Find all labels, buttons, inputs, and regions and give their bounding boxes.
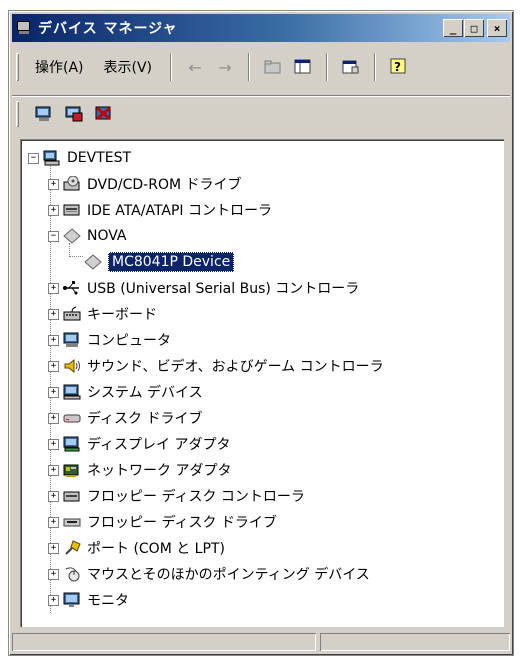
toolbar-separator	[170, 53, 172, 81]
menu-toolbar: 操作(A) 表示(V) ← → ?	[12, 47, 510, 87]
floppy-drive-icon	[63, 514, 81, 530]
forward-arrow-icon[interactable]: →	[212, 55, 238, 79]
tree-item[interactable]: + ディスク ドライブ	[48, 405, 202, 431]
diamond-device-icon	[84, 254, 102, 270]
tree-item[interactable]: + USB (Universal Serial Bus) コントローラ	[48, 275, 359, 301]
collapse-expander[interactable]: −	[28, 152, 39, 164]
device-manager-window: デバイス マネージャ _ □ × 操作(A) 表示(V) ← → ? − DEV…	[8, 10, 514, 656]
show-hide-tree-icon[interactable]	[290, 55, 316, 79]
update-driver-icon[interactable]	[61, 102, 87, 126]
ide-controller-icon	[63, 202, 81, 218]
title-bar[interactable]: デバイス マネージャ _ □ ×	[12, 14, 510, 42]
expand-expander[interactable]: +	[48, 438, 59, 450]
computer-icon	[63, 332, 81, 348]
scan-hardware-icon[interactable]	[31, 102, 57, 126]
toolbar-grip[interactable]	[16, 101, 19, 127]
port-icon	[63, 540, 81, 556]
maximize-button[interactable]: □	[464, 19, 484, 37]
tree-item[interactable]: + キーボード	[48, 301, 157, 327]
toolbar-separator	[248, 53, 250, 81]
mouse-icon	[63, 566, 81, 582]
expand-expander[interactable]: +	[48, 360, 59, 372]
toolbar-separator	[374, 53, 376, 81]
expand-expander[interactable]: +	[48, 516, 59, 528]
tree-item[interactable]: + システム デバイス	[48, 379, 203, 405]
expand-expander[interactable]: +	[48, 282, 59, 294]
expand-expander[interactable]: +	[48, 308, 59, 320]
expand-expander[interactable]: +	[48, 542, 59, 554]
help-icon[interactable]: ?	[386, 55, 412, 79]
diamond-device-icon	[63, 228, 81, 244]
tree-item[interactable]: + ディスプレイ アダプタ	[48, 431, 230, 457]
tree-root-label: DEVTEST	[67, 150, 132, 166]
status-bar	[12, 633, 510, 653]
tree-item[interactable]: + サウンド、ビデオ、およびゲーム コントローラ	[48, 353, 384, 379]
keyboard-icon	[63, 306, 81, 322]
expand-expander[interactable]: +	[48, 204, 59, 216]
tree-item-selected[interactable]: MC8041P Device	[84, 249, 235, 275]
toolbar-grip[interactable]	[16, 53, 19, 81]
tree-item[interactable]: + IDE ATA/ATAPI コントローラ	[48, 197, 272, 223]
tree-item[interactable]: + ポート (COM と LPT)	[48, 535, 225, 561]
tree-item[interactable]: + マウスとそのほかのポインティング デバイス	[48, 561, 370, 587]
computer-icon	[43, 150, 61, 166]
uninstall-device-icon[interactable]	[91, 102, 117, 126]
cdrom-icon	[63, 175, 81, 192]
svg-text:?: ?	[394, 60, 401, 74]
tree-root[interactable]: − DEVTEST	[28, 145, 131, 171]
menu-view[interactable]: 表示(V)	[94, 57, 163, 77]
tree-item[interactable]: + コンピュータ	[48, 327, 171, 353]
tree-item[interactable]: − NOVA	[48, 223, 127, 249]
floppy-controller-icon	[63, 488, 81, 504]
minimize-button[interactable]: _	[443, 19, 463, 37]
tree-guide-line	[69, 256, 83, 257]
status-pane-main	[12, 633, 316, 651]
disk-drive-icon	[63, 410, 81, 426]
tree-item[interactable]: + モニタ	[48, 587, 129, 613]
device-tree[interactable]: − DEVTEST + DVD/CD-ROM ドライブ + IDE ATA/AT…	[20, 139, 504, 627]
expand-expander[interactable]: +	[48, 490, 59, 502]
properties-icon[interactable]	[338, 55, 364, 79]
system-device-icon	[63, 384, 81, 400]
expand-expander[interactable]: +	[48, 594, 59, 606]
expand-expander[interactable]: +	[48, 386, 59, 398]
up-folder-icon[interactable]	[260, 55, 286, 79]
tree-item[interactable]: + フロッピー ディスク コントローラ	[48, 483, 305, 509]
device-manager-icon	[16, 20, 32, 36]
back-arrow-icon[interactable]: ←	[182, 55, 208, 79]
close-button[interactable]: ×	[487, 19, 507, 37]
status-pane-secondary	[320, 633, 510, 651]
sound-icon	[63, 358, 81, 374]
tree-item[interactable]: + ネットワーク アダプタ	[48, 457, 231, 483]
expand-expander[interactable]: +	[48, 464, 59, 476]
menu-action[interactable]: 操作(A)	[25, 57, 94, 77]
expand-expander[interactable]: +	[48, 178, 59, 190]
expand-expander[interactable]: +	[48, 412, 59, 424]
expand-expander[interactable]: +	[48, 568, 59, 580]
toolbar-separator	[326, 53, 328, 81]
collapse-expander[interactable]: −	[48, 230, 59, 242]
device-toolbar	[12, 95, 510, 132]
usb-icon	[63, 280, 81, 296]
expand-expander[interactable]: +	[48, 334, 59, 346]
window-title: デバイス マネージャ	[38, 21, 178, 37]
display-adapter-icon	[63, 436, 81, 452]
tree-item[interactable]: + フロッピー ディスク ドライブ	[48, 509, 277, 535]
monitor-icon	[63, 592, 81, 608]
tree-item[interactable]: + DVD/CD-ROM ドライブ	[48, 171, 242, 197]
network-adapter-icon	[63, 462, 81, 478]
